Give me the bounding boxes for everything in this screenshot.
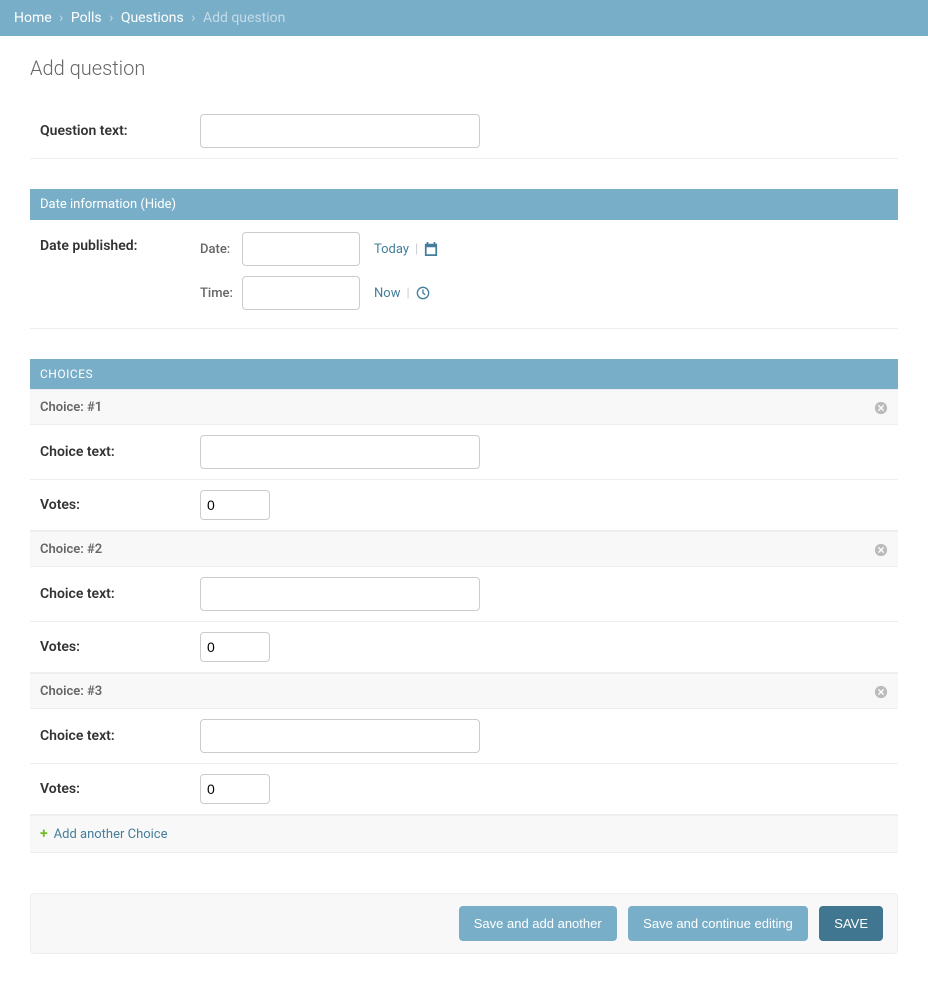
today-link[interactable]: Today [374, 242, 409, 257]
date-sublabel: Date: [200, 242, 242, 257]
choice-text-input[interactable] [200, 719, 480, 753]
choices-header: CHOICES [30, 359, 898, 389]
plus-icon: + [40, 826, 48, 842]
breadcrumb-questions[interactable]: Questions [121, 10, 184, 26]
choice-title: Choice: #3 [40, 684, 102, 699]
breadcrumb-separator: › [109, 10, 113, 26]
now-link[interactable]: Now [374, 286, 400, 301]
votes-label: Votes: [40, 639, 200, 655]
add-another-row: + Add another Choice [30, 815, 898, 853]
date-info-title: Date information [40, 197, 137, 212]
page-title: Add question [30, 56, 898, 80]
delete-icon[interactable] [874, 682, 888, 700]
votes-input[interactable] [200, 632, 270, 662]
choice-inline: Choice: #3 Choice text: Votes: [30, 673, 898, 815]
question-text-row: Question text: [30, 104, 898, 159]
delete-icon[interactable] [874, 540, 888, 558]
breadcrumb-home[interactable]: Home [14, 10, 52, 26]
date-input[interactable] [242, 232, 360, 266]
date-published-label: Date published: [40, 232, 200, 310]
add-another-label: Add another Choice [54, 827, 168, 842]
time-input[interactable] [242, 276, 360, 310]
choice-text-label: Choice text: [40, 728, 200, 744]
choice-text-label: Choice text: [40, 586, 200, 602]
breadcrumb-separator: › [59, 10, 63, 26]
breadcrumb-separator: › [191, 10, 195, 26]
date-published-row: Date published: Date: Today | Time: [30, 220, 898, 329]
time-sublabel: Time: [200, 286, 242, 301]
question-text-label: Question text: [40, 123, 200, 139]
submit-row [30, 893, 898, 954]
votes-input[interactable] [200, 490, 270, 520]
hide-link[interactable]: (Hide) [140, 197, 176, 212]
votes-input[interactable] [200, 774, 270, 804]
choice-text-input[interactable] [200, 435, 480, 469]
save-add-another-button[interactable] [459, 906, 617, 941]
calendar-icon[interactable] [424, 242, 438, 256]
clock-icon[interactable] [416, 286, 430, 300]
save-continue-button[interactable] [628, 906, 808, 941]
save-button[interactable] [819, 906, 883, 941]
breadcrumb-polls[interactable]: Polls [71, 10, 102, 26]
date-info-header: Date information (Hide) [30, 189, 898, 220]
choice-text-input[interactable] [200, 577, 480, 611]
choice-title: Choice: #1 [40, 400, 102, 415]
choice-inline: Choice: #2 Choice text: Votes: [30, 531, 898, 673]
breadcrumb-current: Add question [203, 10, 285, 26]
choice-title: Choice: #2 [40, 542, 102, 557]
breadcrumbs: Home › Polls › Questions › Add question [0, 0, 928, 36]
delete-icon[interactable] [874, 398, 888, 416]
choice-text-label: Choice text: [40, 444, 200, 460]
separator: | [406, 286, 409, 301]
votes-label: Votes: [40, 781, 200, 797]
question-text-input[interactable] [200, 114, 480, 148]
votes-label: Votes: [40, 497, 200, 513]
add-another-choice-link[interactable]: + Add another Choice [40, 826, 168, 842]
choice-inline: Choice: #1 Choice text: Votes: [30, 389, 898, 531]
separator: | [415, 242, 418, 257]
